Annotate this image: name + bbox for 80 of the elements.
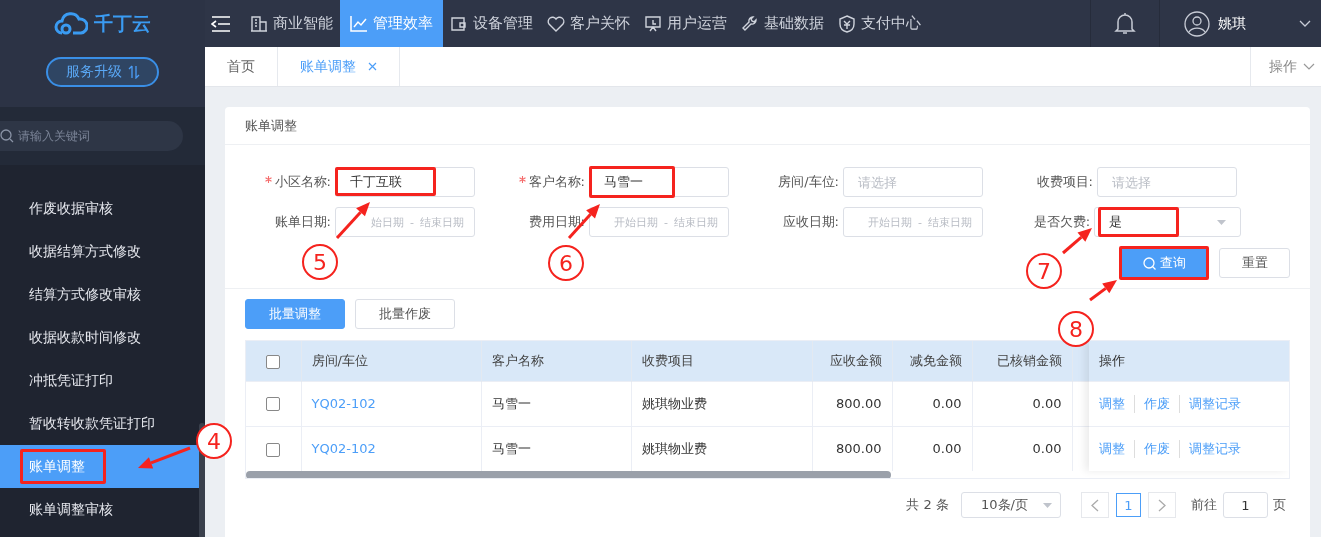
bell-icon	[1114, 11, 1136, 36]
wallet-icon	[450, 14, 468, 33]
column-header: 收费项目	[631, 341, 812, 381]
table-cell: 姚琪物业费	[641, 395, 707, 411]
chevron-left-icon	[1091, 498, 1099, 512]
user-name[interactable]: 姚琪	[1218, 14, 1246, 33]
checkbox[interactable]	[266, 354, 281, 369]
caret-down-icon	[1217, 219, 1226, 225]
column-header: 应收金额	[812, 341, 892, 381]
table-cell: 马雪一	[491, 440, 531, 456]
nav-tab[interactable]: 客户关怀	[540, 0, 637, 47]
total-count: 共 2 条	[906, 496, 949, 514]
table-cell: 姚琪物业费	[641, 440, 707, 456]
search-field[interactable]: 请输入关键词	[0, 121, 183, 151]
previous-page-button[interactable]	[1081, 492, 1109, 518]
nav-tab[interactable]: 支付中心	[831, 0, 928, 47]
building-icon	[250, 14, 268, 33]
page-tab[interactable]: 首页	[205, 47, 278, 86]
table-cell: 800.00	[836, 441, 882, 457]
menu-item[interactable]: 作废收据审核	[29, 199, 113, 218]
page-unit: 页	[1273, 496, 1286, 514]
menu-item[interactable]: 结算方式修改审核	[29, 285, 141, 304]
actions-dropdown[interactable]: 操作	[1250, 47, 1321, 86]
menu-item[interactable]: 收据结算方式修改	[29, 242, 141, 261]
nav-tab[interactable]: 用户运营	[637, 0, 734, 47]
checkbox[interactable]	[266, 442, 281, 457]
column-header: 客户名称	[481, 341, 631, 381]
menu-item[interactable]: 收据收款时间修改	[29, 328, 141, 347]
next-page-button[interactable]	[1148, 492, 1176, 518]
wrench-icon	[741, 14, 759, 33]
checkbox[interactable]	[266, 397, 281, 412]
upgrade-button[interactable]: 服务升级	[46, 57, 159, 87]
field-label: 账单日期:	[274, 213, 331, 231]
input-field[interactable]: 请选择	[843, 167, 983, 197]
swap-icon	[127, 65, 140, 79]
field-label: 房间/车位:	[778, 173, 839, 191]
heart-icon	[547, 14, 565, 33]
table-cell: 马雪一	[491, 395, 531, 411]
field-label: 小区名称:	[274, 173, 331, 191]
chart-icon	[350, 14, 368, 33]
menu-item[interactable]: 暂收转收款凭证打印	[29, 414, 155, 433]
chevron-down-icon	[1303, 62, 1315, 71]
table-cell: 0.00	[1032, 441, 1062, 457]
chevron-right-icon	[1158, 498, 1166, 512]
table-cell: 0.00	[932, 396, 962, 411]
column-header: 操作	[1099, 352, 1125, 370]
input-field[interactable]: 请选择	[1097, 167, 1237, 197]
table-cell: 0.00	[932, 441, 962, 457]
page-input[interactable]: 1	[1223, 492, 1268, 518]
field-label: 应收日期:	[782, 213, 839, 231]
nav-tab[interactable]: 基础数据	[734, 0, 831, 47]
chevron-down-icon	[1299, 19, 1311, 28]
search-icon	[0, 129, 14, 143]
reset-button[interactable]: 重置	[1219, 248, 1290, 278]
menu-icon	[211, 15, 231, 33]
cloud-icon	[54, 10, 88, 37]
nav-tab[interactable]: 商业智能	[243, 0, 340, 47]
search-icon	[1142, 256, 1156, 270]
shield-icon	[838, 14, 856, 33]
nav-tab[interactable]: 设备管理	[443, 0, 540, 47]
table-cell: 0.00	[1032, 396, 1062, 411]
page-size-select[interactable]: 10条/页	[961, 492, 1061, 518]
column-header: 已核销金额	[972, 341, 1072, 381]
avatar-icon	[1184, 10, 1210, 37]
scrollbar[interactable]	[246, 471, 891, 478]
column-header: 房间/车位	[301, 341, 481, 381]
field-label: 收费项目:	[1036, 173, 1093, 191]
caret-down-icon	[1043, 502, 1052, 508]
logo-text: 千丁云	[94, 10, 151, 36]
table-cell: 800.00	[836, 396, 882, 411]
batch-button[interactable]: 批量作废	[355, 299, 455, 329]
screen-icon	[644, 14, 662, 33]
field-label: 客户名称:	[528, 173, 585, 191]
select-field[interactable]: 是	[1094, 207, 1241, 237]
goto-label: 前往	[1191, 496, 1217, 514]
menu-item[interactable]: 冲抵凭证打印	[29, 371, 113, 390]
menu-item[interactable]: 账单调整审核	[29, 500, 113, 519]
field-label: 是否欠费:	[1033, 213, 1091, 231]
card-title: 账单调整	[245, 116, 297, 135]
column-header: 减免金额	[892, 341, 972, 381]
